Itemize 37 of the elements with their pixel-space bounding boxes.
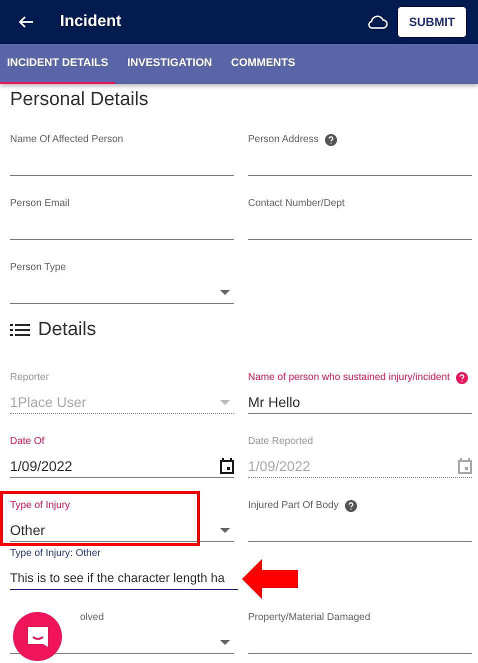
field-label: Reporter [10,372,49,384]
dropdown-caret-icon[interactable] [220,640,230,644]
field-label: olved [80,612,104,624]
help-icon[interactable] [324,134,337,146]
section-title: Details [38,319,96,341]
tab[interactable]: INCIDENT DETAILS [0,44,116,84]
field-label: Property/Material Damaged [248,612,370,624]
field-label: Type of Injury [10,500,70,512]
list-icon [10,323,30,337]
text-field[interactable]: This is to see if the character length ha [10,567,238,590]
text-field[interactable]: Mr Hello [248,391,472,414]
tab[interactable]: INVESTIGATION [120,44,219,84]
calendar-icon[interactable] [220,458,234,474]
field-label: Person Type [10,262,66,274]
dropdown-caret-icon[interactable] [220,528,230,532]
select-field[interactable]: Other [10,519,234,542]
field-label: Date Of [10,436,44,448]
help-icon[interactable] [456,372,468,384]
field-label: Name of person who sustained injury/incident [248,372,450,384]
chat-icon [26,624,50,648]
field-label: Contact Number/Dept [248,198,345,210]
page-title: Incident [60,13,122,31]
field-label: Person Address [248,134,319,146]
help-icon[interactable] [344,500,357,512]
tab[interactable]: COMMENTS [224,44,302,84]
chat-button[interactable] [13,612,62,661]
cloud-icon[interactable] [366,14,388,30]
field-label: Type of Injury: Other [10,548,101,560]
dropdown-caret-icon[interactable] [220,290,230,294]
field-label: Date Reported [248,436,314,448]
submit-button[interactable]: SUBMIT [398,7,466,37]
field-label: Person Email [10,198,70,210]
field-label: Name Of Affected Person [10,134,124,146]
back-arrow-icon[interactable] [18,14,34,30]
date-field[interactable]: 1/09/2022 [10,455,234,478]
field-label: Injured Part Of Body [248,500,339,512]
section-title: Personal Details [10,89,148,111]
